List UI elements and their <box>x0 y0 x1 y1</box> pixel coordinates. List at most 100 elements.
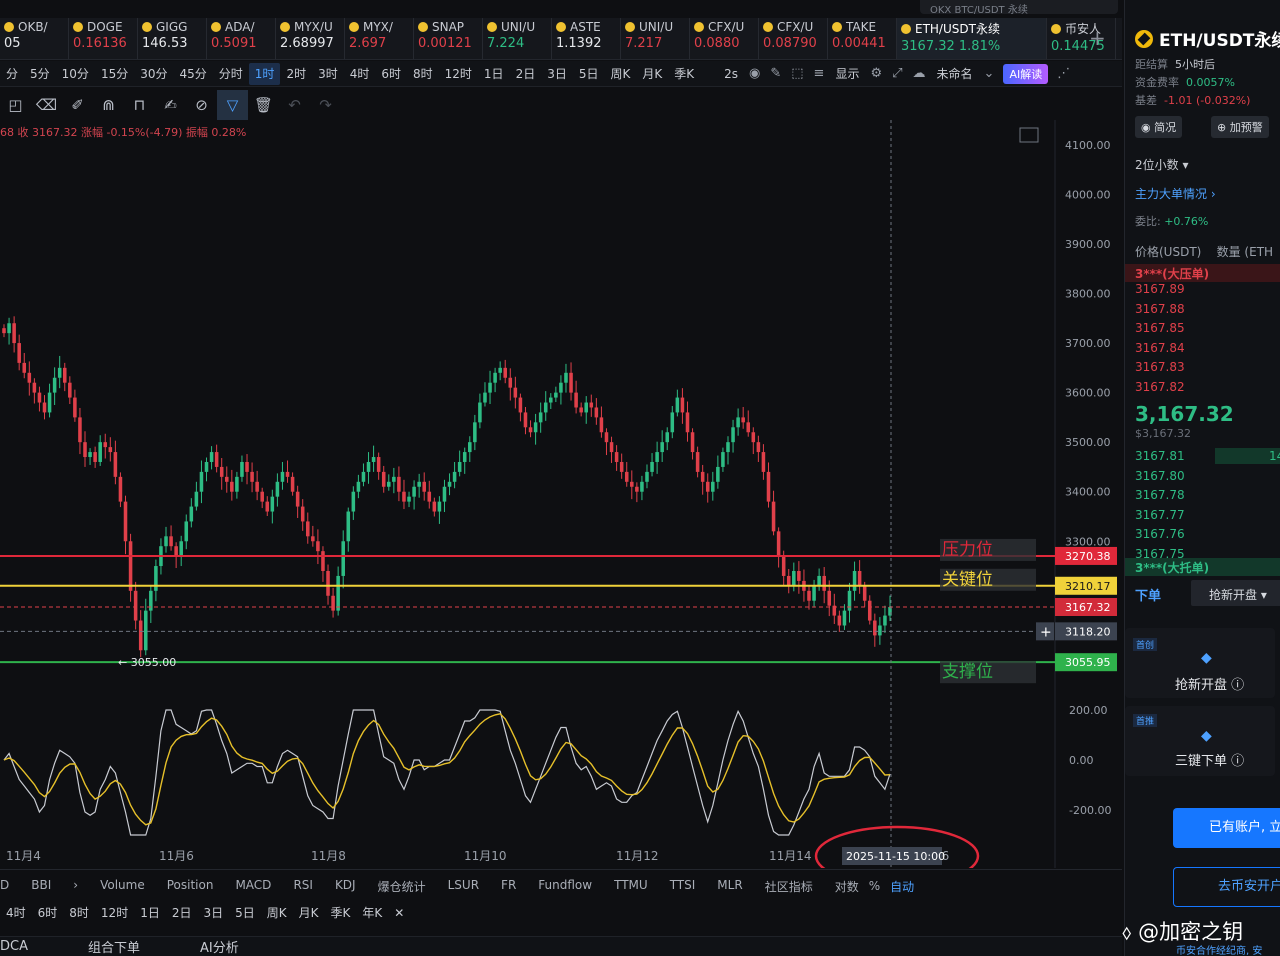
interval-option[interactable]: 15分 <box>95 63 134 85</box>
eraser-icon[interactable]: ⌫ <box>31 90 62 120</box>
bottom-interval-option[interactable]: 周K <box>261 902 293 924</box>
indicator-option[interactable]: Volume <box>100 878 145 895</box>
share-icon[interactable]: ⋰ <box>1052 66 1075 81</box>
indicator-option[interactable]: FR <box>501 878 516 895</box>
overview-button[interactable]: ◉ 简况 <box>1135 116 1183 138</box>
interval-option[interactable]: 分时 <box>213 63 249 85</box>
bottom-interval-option[interactable]: 4时 <box>0 902 32 924</box>
percent-scale[interactable]: % <box>869 879 880 893</box>
bottom-tab[interactable]: 组合下单 <box>88 937 140 956</box>
pair-title[interactable]: ETH/USDT永续 <box>1135 26 1280 51</box>
ticker-tab[interactable]: OKB/05 <box>0 18 69 59</box>
chevron-down-icon[interactable]: ⌄ <box>979 66 1000 81</box>
indicator-option[interactable]: TTMU <box>614 878 648 895</box>
indicator-option[interactable]: MACD <box>235 878 271 895</box>
community-indicators[interactable]: 社区指标 <box>765 878 813 895</box>
ticker-tab[interactable]: UNI/U 7.217 <box>621 18 690 59</box>
interval-option[interactable]: 4时 <box>344 63 376 85</box>
interval-option[interactable]: 分 <box>0 63 24 85</box>
refresh-rate[interactable]: 2s <box>718 63 744 85</box>
decimals-select[interactable]: 2位小数 ▾ <box>1135 156 1188 173</box>
bottom-interval-option[interactable]: 2日 <box>166 902 198 924</box>
indicator-option[interactable]: D <box>0 878 9 895</box>
indicator-option[interactable]: MLR <box>717 878 742 895</box>
ask-row[interactable]: 3167.85 <box>1135 321 1185 335</box>
ticker-tab[interactable]: TAKE 0.00441 <box>828 18 897 59</box>
ticker-tab[interactable]: ETH/USDT永续 3167.32 1.81% <box>897 18 1047 59</box>
trash-icon[interactable]: 🗑 <box>248 90 279 120</box>
ask-row[interactable]: 3167.84 <box>1135 341 1185 355</box>
login-button[interactable]: 已有账户, 立 <box>1173 808 1280 848</box>
lock-icon[interactable]: ⊓ <box>124 90 155 120</box>
interval-option[interactable]: 5分 <box>24 63 56 85</box>
edit-list-icon[interactable]: ✍ <box>155 90 186 120</box>
interval-option[interactable]: 5日 <box>573 63 605 85</box>
bottom-interval-option[interactable]: 3日 <box>197 902 229 924</box>
ask-row[interactable]: 3167.89 <box>1135 282 1185 296</box>
interval-option[interactable]: 6时 <box>375 63 407 85</box>
magnet-icon[interactable]: ⋒ <box>93 90 124 120</box>
settings-icon[interactable]: ⚙ <box>865 66 887 81</box>
ticker-tab[interactable]: MYX/U 2.68997 <box>276 18 345 59</box>
indicator-option[interactable]: KDJ <box>335 878 356 895</box>
ask-row[interactable]: 3167.88 <box>1135 302 1185 316</box>
ticker-tab[interactable]: CFX/U 0.0880 <box>690 18 759 59</box>
interval-option[interactable]: 3时 <box>312 63 344 85</box>
ticker-tab[interactable]: MYX/2.697 <box>345 18 414 59</box>
bottom-interval-option[interactable]: 6时 <box>32 902 64 924</box>
close-icon[interactable]: ✕ <box>388 902 410 924</box>
ticker-tab[interactable]: ADA/0.5091 <box>207 18 276 59</box>
interval-option[interactable]: 1日 <box>478 63 510 85</box>
chart-svg[interactable]: 4100.00 4000.00 3900.00 3800.00 3700.00 3600.… <box>0 120 1122 868</box>
indicator-option[interactable]: RSI <box>293 878 313 895</box>
indicator-option[interactable]: LSUR <box>448 878 479 895</box>
bottom-interval-option[interactable]: 年K <box>356 902 388 924</box>
tab-order[interactable]: 下单 <box>1135 585 1161 604</box>
menu-icon[interactable]: ≡ <box>809 66 830 81</box>
chevron-right-icon[interactable]: › <box>73 878 78 895</box>
link-icon[interactable]: ⊘ <box>186 90 217 120</box>
interval-option[interactable]: 10分 <box>56 63 95 85</box>
fullscreen-icon[interactable]: ⤢ <box>887 66 907 81</box>
auto-scale[interactable]: 自动 <box>890 878 914 895</box>
bid-row[interactable]: 3167.81 <box>1135 449 1185 463</box>
bid-row[interactable]: 3167.78 <box>1135 488 1185 502</box>
undo-icon[interactable]: ↶ <box>279 90 310 120</box>
filter-icon[interactable]: ▽ <box>217 90 248 120</box>
redo-icon[interactable]: ↷ <box>310 90 341 120</box>
brush-icon[interactable]: ✐ <box>62 90 93 120</box>
bottom-interval-option[interactable]: 12时 <box>95 902 134 924</box>
ai-explain-button[interactable]: AI解读 <box>1003 63 1049 84</box>
interval-option[interactable]: 2时 <box>280 63 312 85</box>
interval-option[interactable]: 3日 <box>541 63 573 85</box>
interval-option[interactable]: 1时 <box>248 62 281 85</box>
ticker-tab[interactable]: DOGE 0.16136 <box>69 18 138 59</box>
bid-row[interactable]: 3167.77 <box>1135 508 1185 522</box>
indicator-option[interactable]: Fundflow <box>538 878 592 895</box>
select-icon[interactable]: ⬚ <box>786 66 808 81</box>
ticker-tab[interactable]: UNI/U 7.224 <box>483 18 552 59</box>
ticker-tab[interactable]: GIGG 146.53 <box>138 18 207 59</box>
interval-option[interactable]: 8时 <box>407 63 439 85</box>
big-orders-link[interactable]: 主力大单情况 › <box>1135 185 1216 202</box>
ask-row[interactable]: 3167.82 <box>1135 380 1185 394</box>
interval-option[interactable]: 周K <box>604 63 636 85</box>
add-tab-icon[interactable]: + <box>1089 26 1106 50</box>
ask-row[interactable]: 3167.83 <box>1135 360 1185 374</box>
layers-icon[interactable]: ◰ <box>0 90 31 120</box>
top-search-stub[interactable]: OKX BTC/USDT 永续 <box>920 0 1118 14</box>
layout-name[interactable]: 未命名 <box>931 63 979 85</box>
alert-button[interactable]: ⊕ 加预警 <box>1211 116 1269 138</box>
camera-icon[interactable]: ◉ <box>744 66 765 81</box>
display-menu[interactable]: 显示 <box>829 63 865 85</box>
indicator-option[interactable]: 爆仓统计 <box>378 878 426 895</box>
interval-option[interactable]: 月K <box>636 63 668 85</box>
bid-row[interactable]: 3167.76 <box>1135 527 1185 541</box>
bottom-tab[interactable]: AI分析 <box>200 937 239 956</box>
interval-option[interactable]: 30分 <box>134 63 173 85</box>
interval-option[interactable]: 季K <box>668 63 700 85</box>
bottom-interval-option[interactable]: 1日 <box>134 902 166 924</box>
bottom-interval-option[interactable]: 季K <box>325 902 357 924</box>
ticker-tab[interactable]: ASTE 1.1392 <box>552 18 621 59</box>
indicator-option[interactable]: TTSI <box>670 878 696 895</box>
